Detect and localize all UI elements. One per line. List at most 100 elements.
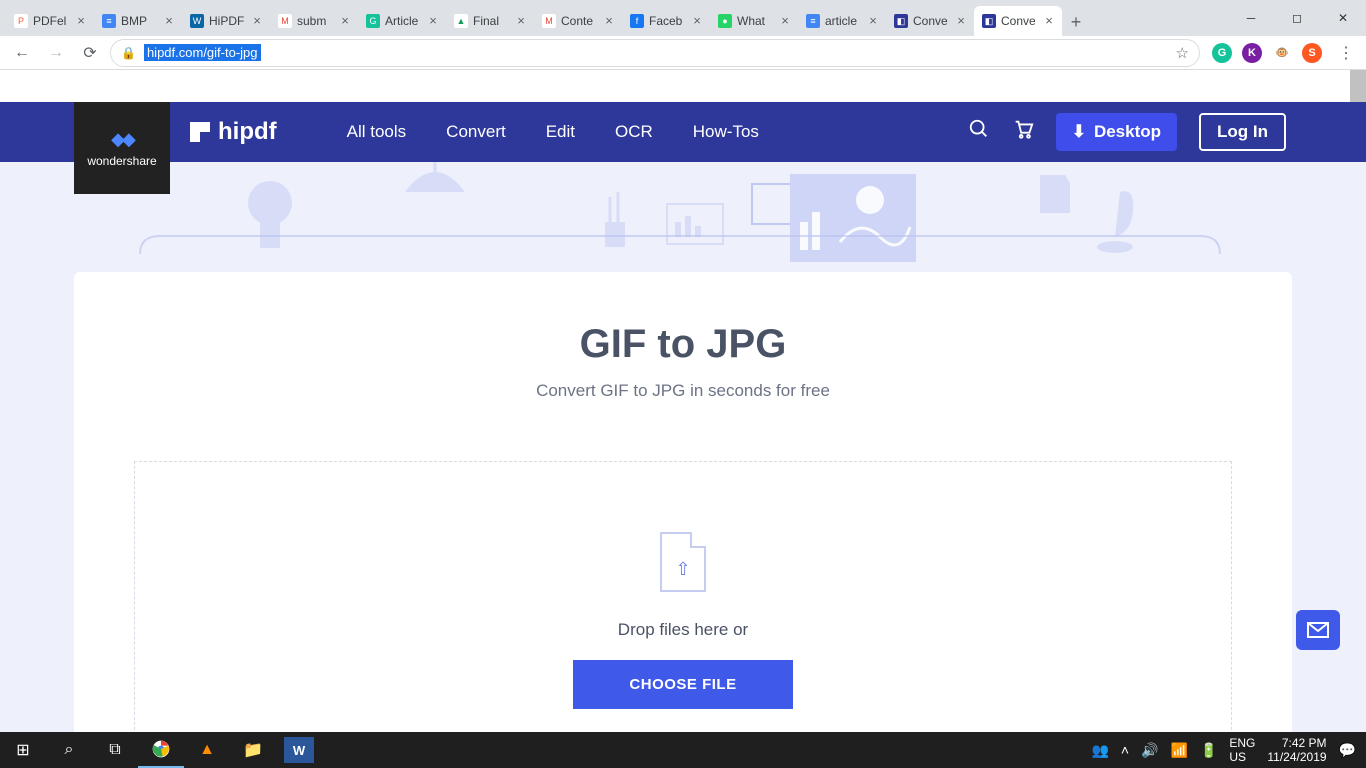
main-card: GIF to JPG Convert GIF to JPG in seconds… — [74, 272, 1292, 732]
page-viewport: ◆◆ wondershare hipdf All tools Convert E… — [0, 70, 1366, 732]
maximize-button[interactable]: ◻ — [1274, 0, 1320, 36]
favicon: ● — [718, 14, 732, 28]
logo-icon — [190, 122, 210, 142]
chrome-menu-button[interactable]: ⋮ — [1334, 43, 1358, 63]
close-icon[interactable]: × — [250, 14, 264, 28]
favicon: G — [366, 14, 380, 28]
close-icon[interactable]: × — [1042, 14, 1056, 28]
brand-text: wondershare — [87, 154, 156, 168]
cart-icon[interactable] — [1012, 118, 1034, 146]
close-icon[interactable]: × — [954, 14, 968, 28]
word-taskbar-icon[interactable]: W — [284, 737, 314, 763]
close-icon[interactable]: × — [426, 14, 440, 28]
close-icon[interactable]: × — [514, 14, 528, 28]
search-icon[interactable] — [968, 118, 990, 146]
desktop-button[interactable]: ⬇ Desktop — [1056, 113, 1177, 151]
tab-title: Final — [473, 14, 509, 28]
feedback-mail-button[interactable] — [1296, 610, 1340, 650]
tab-title: HiPDF — [209, 14, 245, 28]
nav-all-tools[interactable]: All tools — [347, 122, 407, 142]
forward-button[interactable]: → — [42, 39, 70, 67]
close-icon[interactable]: × — [602, 14, 616, 28]
url-text: hipdf.com/gif-to-jpg — [144, 44, 261, 61]
ext-k-icon[interactable]: K — [1242, 43, 1262, 63]
wondershare-badge[interactable]: ◆◆ wondershare — [74, 102, 170, 194]
tab-1[interactable]: ≡ BMP × — [94, 6, 182, 36]
battery-icon[interactable]: 🔋 — [1200, 742, 1217, 759]
tab-7[interactable]: fFaceb× — [622, 6, 710, 36]
favicon: ◧ — [982, 14, 996, 28]
explorer-taskbar-icon[interactable]: 📁 — [230, 732, 276, 768]
file-dropzone[interactable]: ⇧ Drop files here or CHOOSE FILE — [134, 461, 1232, 732]
nav-howtos[interactable]: How-Tos — [693, 122, 759, 142]
page-subtitle: Convert GIF to JPG in seconds for free — [74, 381, 1292, 401]
clock[interactable]: 7:42 PM11/24/2019 — [1267, 736, 1326, 764]
tab-4[interactable]: G Article × — [358, 6, 446, 36]
address-bar[interactable]: 🔒 hipdf.com/gif-to-jpg ☆ — [110, 39, 1200, 67]
tab-2[interactable]: WHiPDF× — [182, 6, 270, 36]
favicon: ≡ — [102, 14, 116, 28]
close-icon[interactable]: × — [690, 14, 704, 28]
reload-button[interactable]: ⟳ — [76, 39, 104, 67]
chrome-taskbar-icon[interactable] — [138, 732, 184, 768]
tab-title: Conve — [1001, 14, 1037, 28]
download-icon: ⬇ — [1072, 122, 1086, 142]
minimize-button[interactable]: ─ — [1228, 0, 1274, 36]
extension-icons: G K 🐵 S — [1206, 43, 1328, 63]
tab-title: article — [825, 14, 861, 28]
favicon: ≡ — [806, 14, 820, 28]
vlc-taskbar-icon[interactable]: ▲ — [184, 732, 230, 768]
new-tab-button[interactable]: + — [1062, 8, 1090, 36]
nav-edit[interactable]: Edit — [546, 122, 575, 142]
tab-3[interactable]: Msubm × — [270, 6, 358, 36]
tab-10[interactable]: ◧Conve× — [886, 6, 974, 36]
start-button[interactable]: ⊞ — [0, 732, 46, 768]
tab-9[interactable]: ≡ article × — [798, 6, 886, 36]
close-icon[interactable]: × — [74, 14, 88, 28]
nav-convert[interactable]: Convert — [446, 122, 506, 142]
choose-file-button[interactable]: CHOOSE FILE — [573, 660, 792, 709]
login-button[interactable]: Log In — [1199, 113, 1286, 151]
tab-5[interactable]: ▲Final× — [446, 6, 534, 36]
windows-taskbar: ⊞ ⌕ ⧉ ▲ 📁 W 👥 ˄ 🔊 📶 🔋 ENGUS 7:42 PM11/24… — [0, 732, 1366, 768]
network-icon[interactable]: 📶 — [1171, 742, 1188, 759]
hero-decoration — [0, 162, 1366, 272]
task-view-button[interactable]: ⧉ — [92, 732, 138, 768]
close-icon[interactable]: × — [866, 14, 880, 28]
browser-toolbar: ← → ⟳ 🔒 hipdf.com/gif-to-jpg ☆ G K 🐵 S ⋮ — [0, 36, 1366, 70]
tab-title: BMP — [121, 14, 157, 28]
tab-title: subm — [297, 14, 333, 28]
tray-chevron-icon[interactable]: ˄ — [1121, 742, 1129, 758]
tab-title: Conte — [561, 14, 597, 28]
drop-text: Drop files here or — [135, 620, 1231, 640]
close-window-button[interactable]: ✕ — [1320, 0, 1366, 36]
tab-6[interactable]: M Conte × — [534, 6, 622, 36]
close-icon[interactable]: × — [162, 14, 176, 28]
volume-icon[interactable]: 🔊 — [1141, 742, 1158, 759]
tab-title: Article — [385, 14, 421, 28]
back-button[interactable]: ← — [8, 39, 36, 67]
tab-8[interactable]: ●What× — [710, 6, 798, 36]
hipdf-logo[interactable]: hipdf — [190, 118, 277, 146]
favicon: M — [278, 14, 292, 28]
ext-grammarly-icon[interactable]: G — [1212, 43, 1232, 63]
ext-s-icon[interactable]: S — [1302, 43, 1322, 63]
notifications-icon[interactable]: 💬 — [1339, 742, 1356, 759]
nav-ocr[interactable]: OCR — [615, 122, 653, 142]
logo-text: hipdf — [218, 118, 277, 146]
system-tray: 👥 ˄ 🔊 📶 🔋 ENGUS 7:42 PM11/24/2019 💬 — [1091, 736, 1366, 764]
tab-11[interactable]: ◧ Conve × — [974, 6, 1062, 36]
close-icon[interactable]: × — [338, 14, 352, 28]
favicon: ◧ — [894, 14, 908, 28]
ext-tampermonkey-icon[interactable]: 🐵 — [1272, 43, 1292, 63]
favicon: P — [14, 14, 28, 28]
bookmark-icon[interactable]: ☆ — [1176, 44, 1189, 62]
people-icon[interactable]: 👥 — [1091, 742, 1108, 759]
lock-icon: 🔒 — [121, 46, 136, 60]
language-indicator[interactable]: ENGUS — [1229, 736, 1255, 764]
close-icon[interactable]: × — [778, 14, 792, 28]
upload-file-icon: ⇧ — [660, 532, 706, 592]
favicon: M — [542, 14, 556, 28]
tab-0[interactable]: PPDFel× — [6, 6, 94, 36]
search-button[interactable]: ⌕ — [46, 732, 92, 768]
